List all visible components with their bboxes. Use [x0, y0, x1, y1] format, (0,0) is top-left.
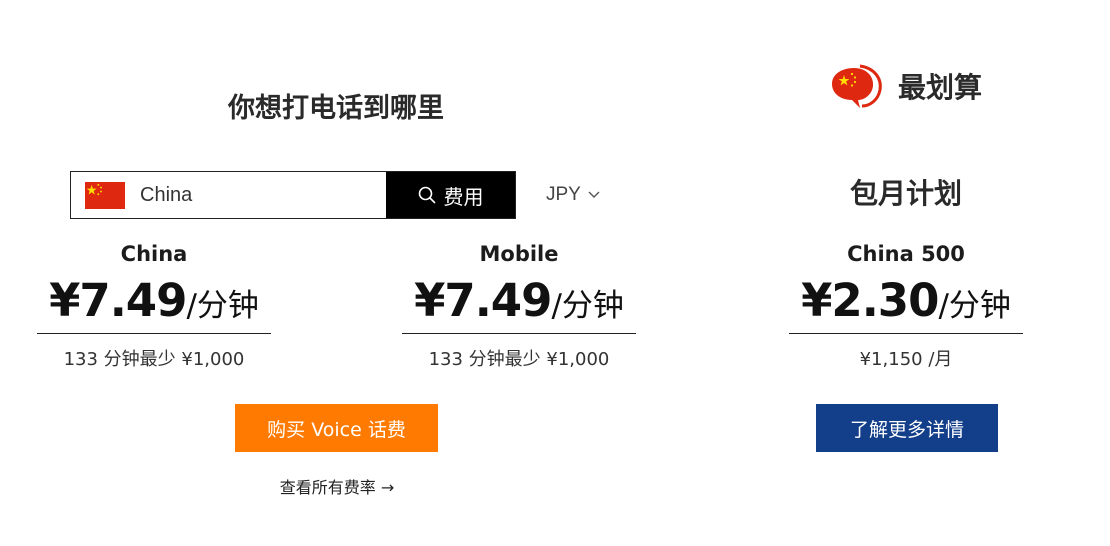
- plan-monthly-cost: ¥1,150 /月: [859, 349, 953, 370]
- rate-amount: ¥7.49: [414, 274, 552, 327]
- rate-price: ¥7.49/分钟: [37, 277, 271, 325]
- divider: [37, 333, 271, 334]
- learn-more-button[interactable]: 了解更多详情: [816, 404, 998, 452]
- country-search-input[interactable]: [138, 182, 342, 208]
- best-deal-label: 最划算: [898, 71, 983, 104]
- plan-amount: ¥2.30: [801, 274, 939, 327]
- plan-price: ¥2.30/分钟: [789, 277, 1023, 325]
- plan-card-china-500: China 500 ¥2.30/分钟 ¥1,150 /月: [789, 241, 1023, 371]
- currency-value: JPY: [546, 184, 581, 205]
- rate-unit: /分钟: [186, 288, 259, 324]
- rate-search-button[interactable]: 费用: [386, 172, 515, 218]
- currency-selector[interactable]: JPY: [546, 184, 601, 206]
- rate-price: ¥7.49/分钟: [402, 277, 636, 325]
- country-search-bar: 费用: [70, 171, 516, 219]
- rate-amount: ¥7.49: [49, 274, 187, 327]
- rate-card-china: China ¥7.49/分钟 133 分钟最少 ¥1,000: [37, 241, 271, 371]
- monthly-plan-title: 包月计划: [849, 177, 962, 210]
- rate-search-button-label: 费用: [443, 184, 484, 209]
- plan-unit: /分钟: [938, 288, 1011, 324]
- china-flag-icon: [85, 181, 125, 209]
- buy-voice-credit-button[interactable]: 购买 Voice 话费: [235, 404, 438, 452]
- rate-card-mobile: Mobile ¥7.49/分钟 133 分钟最少 ¥1,000: [402, 241, 636, 371]
- rate-minimum: 133 分钟最少 ¥1,000: [428, 349, 610, 370]
- chevron-down-icon: [587, 184, 601, 206]
- calling-rates-page: 你想打电话到哪里 费用: [0, 0, 1110, 546]
- divider: [789, 333, 1023, 334]
- plan-name: China 500: [847, 242, 965, 266]
- divider: [402, 333, 636, 334]
- rate-minimum: 133 分钟最少 ¥1,000: [63, 349, 245, 370]
- rate-unit: /分钟: [551, 288, 624, 324]
- rate-name: China: [120, 242, 188, 266]
- best-deal-header: 最划算: [830, 62, 982, 110]
- rate-name: Mobile: [479, 242, 559, 266]
- country-field[interactable]: [71, 172, 386, 218]
- china-flag-chat-icon: [830, 62, 886, 110]
- destination-title: 你想打电话到哪里: [228, 93, 444, 124]
- search-icon: [418, 186, 436, 204]
- view-all-rates-link[interactable]: 查看所有费率 →: [237, 474, 437, 498]
